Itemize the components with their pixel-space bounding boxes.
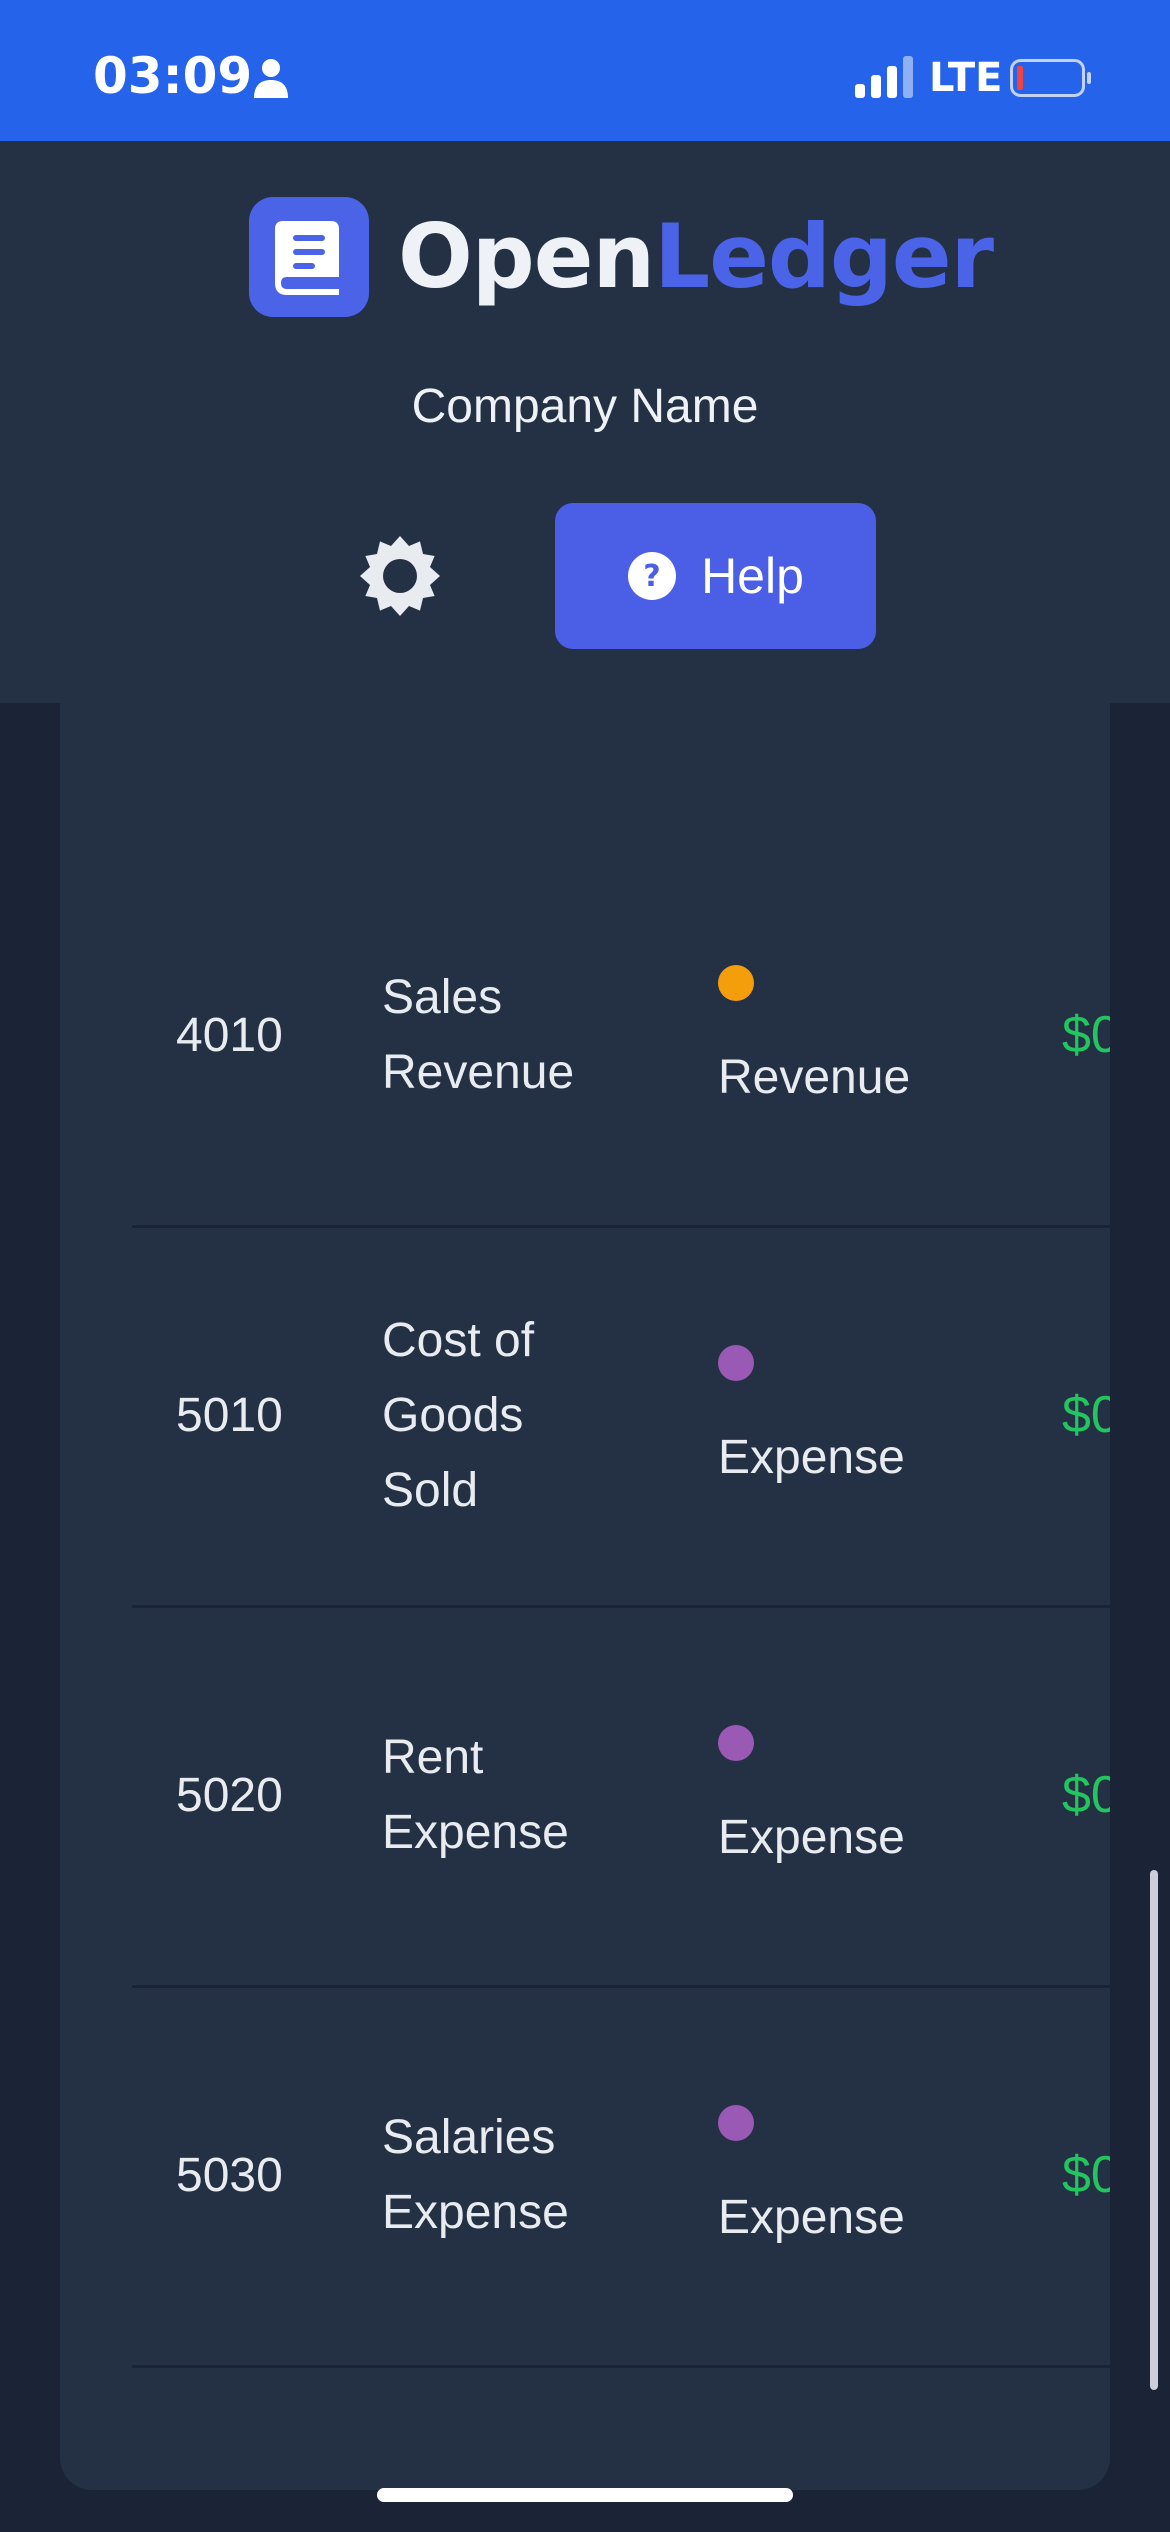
app-header: OpenLedger Company Name ? Help: [0, 141, 1170, 703]
account-type-label: Expense: [718, 1811, 905, 1864]
account-code: 4010: [176, 1008, 283, 1062]
svg-text:?: ?: [643, 559, 660, 594]
account-type-cell: Expense: [718, 1345, 905, 1495]
account-balance: $0.00: [1062, 2145, 1110, 2204]
network-type-label: LTE: [929, 55, 1003, 101]
account-name: Sales Revenue: [382, 971, 575, 1099]
help-button[interactable]: ? Help: [555, 503, 876, 649]
account-type-dot: [718, 2105, 754, 2141]
app-logo: OpenLedger: [398, 203, 994, 311]
account-type-dot: [718, 1725, 754, 1761]
question-circle-icon: ?: [628, 552, 677, 600]
settings-button[interactable]: [355, 531, 445, 621]
logo-open-text: Open: [398, 205, 655, 308]
account-type-cell: Revenue: [718, 965, 910, 1115]
table-row[interactable]: 5030 Salaries Expense Expense $0.00: [132, 1985, 1110, 2368]
status-bar: 03:09 LTE: [0, 0, 1170, 141]
account-type-cell: Expense: [718, 2105, 905, 2255]
screen: 03:09 LTE OpenLedger Company Name ? Help…: [0, 0, 1170, 2532]
account-type-label: Expense: [718, 1431, 905, 1484]
scrollbar[interactable]: [1150, 1870, 1158, 2390]
account-type-dot: [718, 1345, 754, 1381]
account-type-label: Revenue: [718, 1051, 911, 1104]
home-indicator[interactable]: [377, 2488, 793, 2502]
battery-icon: [1010, 59, 1092, 97]
account-balance: $0.00: [1062, 1385, 1110, 1444]
table-row[interactable]: 5020 Rent Expense Expense $0.00: [132, 1605, 1110, 1988]
cellular-signal-icon: [855, 56, 915, 98]
gear-icon: [360, 536, 440, 616]
account-type-dot: [718, 965, 754, 1001]
ledger-book-icon: [249, 197, 369, 317]
account-name: Cost of Goods Sold: [382, 1313, 535, 1517]
person-icon: [252, 58, 290, 98]
accounts-table-card: RetainedEarnings Equity 4010Sales Revenu…: [60, 660, 1110, 2490]
status-time: 03:09: [93, 47, 253, 105]
account-type-cell: Expense: [718, 1725, 905, 1875]
table-row[interactable]: 5010 Cost of Goods Sold Expense $0.00: [132, 1225, 1110, 1608]
logo-ledger-text: Ledger: [654, 205, 994, 308]
table-row[interactable]: 4010 Sales Revenue Revenue $0.00: [132, 845, 1110, 1228]
account-code: 5020: [176, 1768, 283, 1822]
account-name: Rent Expense: [382, 1731, 569, 1859]
company-name: Company Name: [411, 380, 759, 433]
account-balance: $0.00: [1062, 1005, 1110, 1064]
account-code: 5030: [176, 2148, 283, 2202]
account-code: 5010: [176, 1388, 283, 1442]
account-name: Salaries Expense: [382, 2111, 569, 2239]
account-type-label: Expense: [718, 2191, 905, 2244]
account-balance: $0.00: [1062, 1765, 1110, 1824]
help-button-label: Help: [701, 548, 804, 604]
